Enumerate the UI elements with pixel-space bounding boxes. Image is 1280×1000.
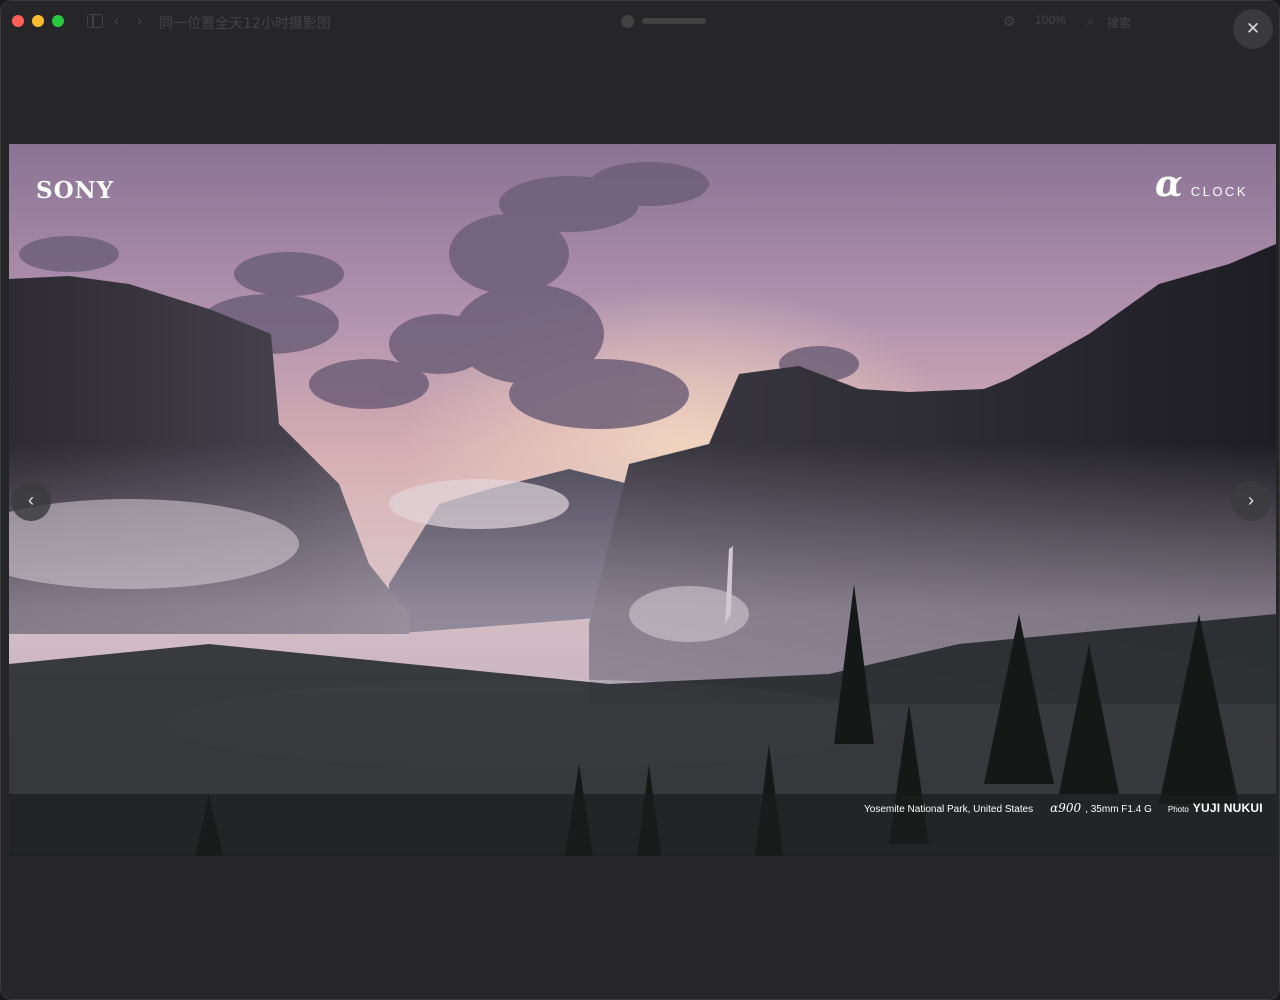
- caption-camera: α900: [1050, 801, 1082, 815]
- clock-label: CLOCK: [1190, 184, 1248, 199]
- window-controls: [12, 15, 64, 27]
- back-arrow-icon[interactable]: ‹: [114, 12, 119, 29]
- window-title: 同一位置全天12小时摄影图: [159, 16, 331, 32]
- wallpaper-photo: SONY α CLOCK Yosemite National Park, Uni…: [9, 144, 1276, 856]
- next-image-button[interactable]: ›: [1231, 481, 1271, 521]
- photo-caption: Yosemite National Park, United States α9…: [864, 801, 1263, 815]
- search-label[interactable]: 搜索: [1107, 14, 1131, 31]
- caption-photo-label: Photo: [1167, 805, 1189, 814]
- minimize-window-button[interactable]: [32, 15, 44, 27]
- chevron-left-icon: ‹: [28, 490, 34, 510]
- chevron-right-icon: ›: [1248, 490, 1254, 510]
- caption-location: Yosemite National Park, United States: [864, 804, 1034, 815]
- lightbox-close-button[interactable]: ✕: [1233, 9, 1273, 49]
- forward-arrow-icon[interactable]: ›: [137, 12, 142, 29]
- sidebar-toggle-icon[interactable]: [87, 14, 103, 28]
- search-icon[interactable]: ⌕: [1087, 12, 1095, 29]
- landscape-image: [9, 144, 1276, 856]
- address-placeholder[interactable]: [642, 18, 706, 24]
- close-icon: ✕: [1245, 19, 1261, 38]
- caption-photographer: YUJI NUKUI: [1192, 801, 1263, 815]
- previous-image-button[interactable]: ‹: [11, 481, 51, 521]
- photo-viewer-window: ‹ › 同一位置全天12小时摄影图 ⚙ 100% ⌕ 搜索 ✕ SONY α C…: [0, 0, 1280, 1000]
- alpha-clock-logo: α CLOCK: [1155, 166, 1248, 202]
- caption-lens: , 35mm F1.4 G: [1085, 804, 1152, 815]
- sony-logo: SONY: [36, 177, 115, 204]
- title-bar: ‹ › 同一位置全天12小时摄影图 ⚙ 100% ⌕ 搜索: [1, 1, 1279, 43]
- zoom-window-button[interactable]: [52, 15, 64, 27]
- zoom-level[interactable]: 100%: [1035, 13, 1066, 27]
- site-icon: [621, 15, 634, 28]
- close-window-button[interactable]: [12, 15, 24, 27]
- settings-icon[interactable]: ⚙: [1003, 13, 1016, 30]
- alpha-glyph: α: [1155, 163, 1183, 205]
